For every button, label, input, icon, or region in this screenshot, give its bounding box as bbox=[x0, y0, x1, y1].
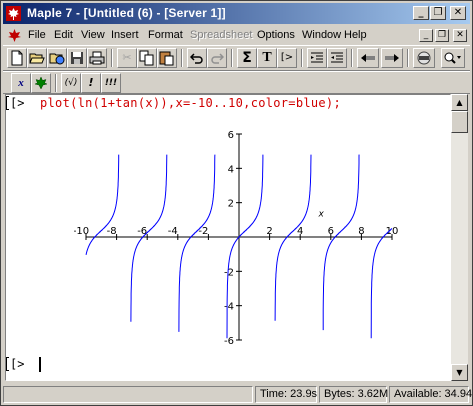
status-bytes: Bytes: 3.62M bbox=[319, 386, 388, 403]
curve-branch-1 bbox=[130, 154, 168, 322]
menu-options[interactable]: Options bbox=[257, 29, 295, 41]
maple-window: Maple 7 - [Untitled (6) - [Server 1]] _ … bbox=[0, 0, 473, 406]
y-tick-label-3: -2 bbox=[224, 267, 234, 278]
menu-spreadsheet[interactable]: Spreadsheet bbox=[190, 29, 252, 41]
input-prompt: [> bbox=[10, 96, 25, 110]
menu-format[interactable]: Format bbox=[148, 29, 183, 41]
close-button[interactable]: ✕ bbox=[450, 6, 466, 20]
x-tick-label-1: -8 bbox=[107, 226, 117, 237]
x-tick-label-3: -4 bbox=[168, 226, 178, 237]
y-tick-label-5: -6 bbox=[224, 336, 234, 347]
x-tick-label-0: -10 bbox=[74, 226, 89, 237]
maple-leaf-icon bbox=[6, 6, 21, 21]
doc-minimize-button[interactable]: _ bbox=[419, 29, 433, 42]
save-icon[interactable] bbox=[67, 48, 87, 68]
execute-button[interactable]: ! bbox=[81, 73, 101, 93]
copy-icon[interactable] bbox=[137, 48, 157, 68]
x-tick-label-8: 8 bbox=[358, 226, 364, 237]
paste-icon[interactable] bbox=[157, 48, 177, 68]
status-message bbox=[3, 386, 253, 403]
plot-output[interactable]: -10 -8 -6 -4 -2 2 4 6 8 10642-2-4-6x bbox=[74, 126, 404, 348]
input-prompt-2: [> bbox=[10, 357, 25, 371]
curve-branch-2 bbox=[178, 154, 216, 332]
maple-input-icon[interactable] bbox=[31, 73, 51, 93]
scroll-down-button[interactable]: ▼ bbox=[451, 364, 468, 381]
text-cursor bbox=[39, 357, 41, 372]
zoom-icon[interactable] bbox=[441, 48, 465, 68]
open-url-icon[interactable] bbox=[47, 48, 67, 68]
menu-help[interactable]: Help bbox=[344, 29, 367, 41]
arrow-left-icon[interactable] bbox=[357, 48, 379, 68]
maximize-button[interactable]: ❐ bbox=[430, 6, 446, 20]
menu-view[interactable]: View bbox=[81, 29, 105, 41]
menu-bar: File Edit View Insert Format Spreadsheet… bbox=[3, 26, 470, 45]
arrow-right-icon[interactable] bbox=[381, 48, 403, 68]
y-tick-label-2: 2 bbox=[228, 199, 234, 210]
doc-close-button[interactable]: ✕ bbox=[453, 29, 467, 42]
main-toolbar: ✂ Σ T [> bbox=[3, 45, 470, 71]
curve-branch-4 bbox=[274, 154, 312, 321]
y-tick-label-4: -4 bbox=[224, 302, 234, 313]
new-document-icon[interactable] bbox=[7, 48, 27, 68]
y-tick-label-0: 6 bbox=[228, 130, 234, 141]
open-folder-icon[interactable] bbox=[27, 48, 47, 68]
scroll-thumb[interactable] bbox=[451, 111, 468, 133]
x-axis-label: x bbox=[318, 209, 325, 219]
title-bar[interactable]: Maple 7 - [Untitled (6) - [Server 1]] _ … bbox=[3, 3, 470, 24]
indent-icon[interactable] bbox=[307, 48, 327, 68]
context-toolbar: x (√) ! !!! bbox=[3, 71, 470, 94]
math-mode-button[interactable]: x bbox=[11, 73, 31, 93]
window-title: Maple 7 - [Untitled (6) - [Server 1]] bbox=[27, 6, 226, 20]
x-tick-label-6: 4 bbox=[297, 226, 303, 237]
status-available: Available: 34.94 bbox=[389, 386, 472, 403]
text-button[interactable]: T bbox=[257, 48, 277, 68]
prompt-button[interactable]: [> bbox=[277, 48, 297, 68]
y-tick-label-1: 4 bbox=[228, 164, 234, 175]
vertical-scrollbar[interactable]: ▲ ▼ bbox=[451, 94, 468, 381]
outdent-icon[interactable] bbox=[327, 48, 347, 68]
status-time: Time: 23.9s bbox=[255, 386, 317, 403]
x-tick-label-2: -6 bbox=[137, 226, 147, 237]
menu-insert[interactable]: Insert bbox=[111, 29, 139, 41]
maple-command[interactable]: plot(ln(1+tan(x)),x=-10..10,color=blue); bbox=[40, 96, 341, 110]
menu-edit[interactable]: Edit bbox=[54, 29, 73, 41]
print-icon[interactable] bbox=[87, 48, 107, 68]
menu-file[interactable]: File bbox=[28, 29, 46, 41]
worksheet[interactable]: [> plot(ln(1+tan(x)),x=-10..10,color=blu… bbox=[5, 94, 451, 381]
redo-icon[interactable] bbox=[207, 48, 227, 68]
execution-group-bracket bbox=[6, 96, 9, 110]
execute-all-button[interactable]: !!! bbox=[101, 73, 121, 93]
curve-branch-0 bbox=[85, 154, 120, 256]
menu-window[interactable]: Window bbox=[302, 29, 341, 41]
x-tick-label-5: 2 bbox=[266, 226, 272, 237]
undo-icon[interactable] bbox=[187, 48, 207, 68]
status-bar: Time: 23.9s Bytes: 3.62M Available: 34.9… bbox=[3, 385, 472, 404]
execution-group-bracket-2 bbox=[6, 357, 9, 371]
document-system-icon[interactable] bbox=[7, 28, 22, 43]
curve-branch-5 bbox=[322, 154, 360, 331]
sigma-button[interactable]: Σ bbox=[237, 48, 257, 68]
scroll-up-button[interactable]: ▲ bbox=[451, 94, 468, 111]
minimize-button[interactable]: _ bbox=[413, 6, 429, 20]
evaluate-button[interactable]: (√) bbox=[61, 73, 81, 93]
curve-branch-6 bbox=[370, 228, 393, 339]
cut-icon[interactable]: ✂ bbox=[117, 48, 137, 68]
doc-restore-button[interactable]: ❐ bbox=[435, 29, 449, 42]
x-tick-label-9: 10 bbox=[386, 226, 399, 237]
x-tick-label-7: 6 bbox=[328, 226, 334, 237]
stop-icon[interactable] bbox=[413, 48, 435, 68]
